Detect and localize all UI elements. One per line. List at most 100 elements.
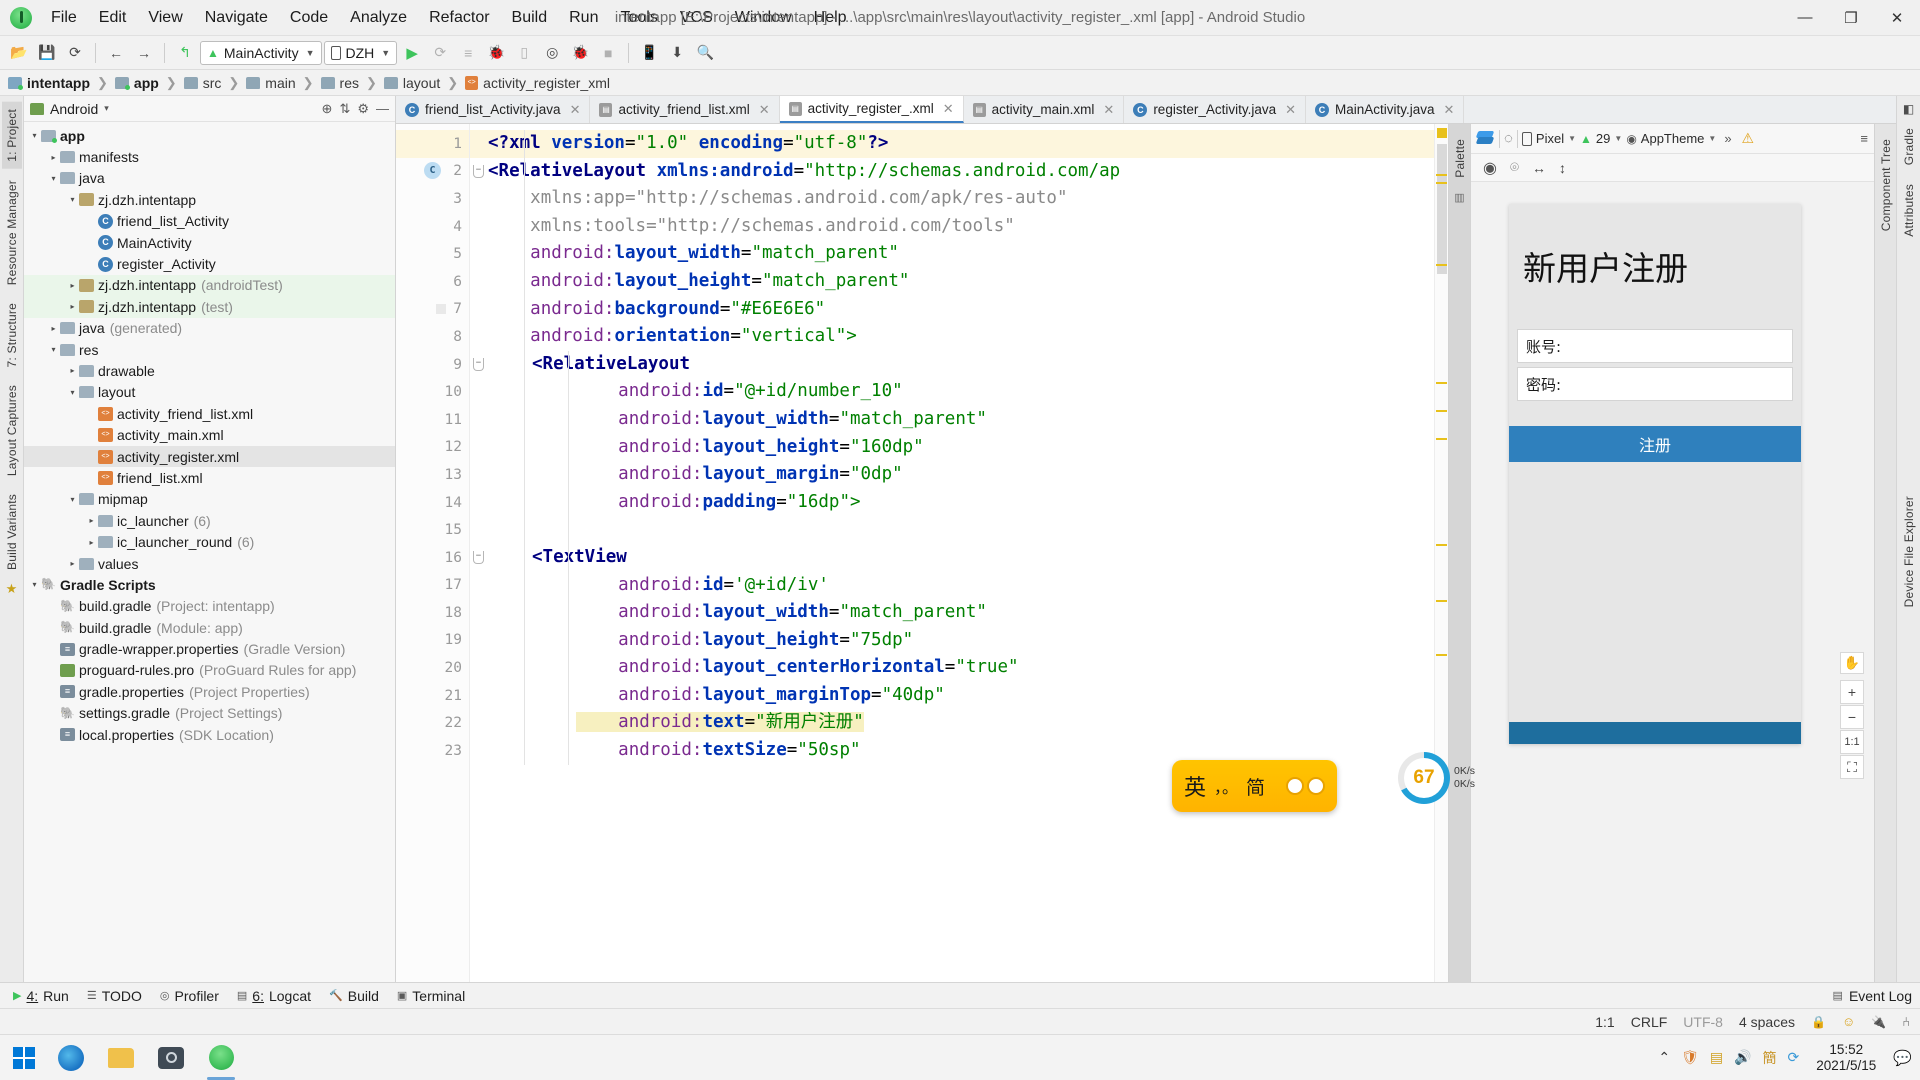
locate-icon[interactable]: ⊕: [322, 101, 333, 117]
chevron-down-icon[interactable]: ▾: [47, 339, 60, 360]
ime-punctuation-label[interactable]: ，。: [1214, 774, 1238, 798]
chevron-right-icon[interactable]: ▸: [66, 553, 79, 574]
status-bar-right[interactable]: 1:1 CRLF UTF-8 4 spaces 🔒 ☺ 🔌 ⑃: [1595, 1014, 1910, 1030]
breadcrumb-item-file[interactable]: activity_register_xml: [465, 75, 610, 91]
chevron-right-icon[interactable]: ▸: [66, 360, 79, 381]
tree-row[interactable]: gradle.properties(Project Properties): [24, 681, 395, 702]
revert-icon[interactable]: ↰: [172, 40, 198, 66]
chevron-right-icon[interactable]: ▸: [47, 147, 60, 168]
class-marker-icon[interactable]: C: [424, 161, 441, 179]
performance-widget[interactable]: 67 0K/s 0K/s: [1398, 752, 1475, 804]
device-menu[interactable]: Pixel ▼: [1521, 131, 1576, 146]
line-number[interactable]: 23: [396, 737, 469, 765]
editor-tab[interactable]: C MainActivity.java ✕: [1306, 96, 1465, 123]
tree-row[interactable]: local.properties(SDK Location): [24, 724, 395, 745]
debug-icon[interactable]: 🐞: [483, 40, 509, 66]
notification-center-icon[interactable]: 💬: [1893, 1049, 1912, 1067]
close-icon[interactable]: ✕: [1103, 102, 1114, 118]
sidebar-item-component-tree[interactable]: Component Tree: [1876, 132, 1896, 238]
menu-view[interactable]: View: [137, 6, 193, 30]
maximize-button[interactable]: ❐: [1828, 0, 1874, 35]
preview-toolbar-secondary[interactable]: ◉ ⌾ ↔ ↕: [1471, 154, 1874, 182]
wallet-icon[interactable]: ▤: [1710, 1049, 1723, 1066]
code-line[interactable]: <TextView: [470, 544, 1434, 572]
code-line[interactable]: android:orientation="vertical">: [470, 323, 1434, 351]
line-number[interactable]: 2 C −: [396, 158, 484, 186]
lock-icon[interactable]: 🔒: [1811, 1015, 1826, 1029]
rotate-icon[interactable]: ◌: [1504, 130, 1513, 147]
close-icon[interactable]: ✕: [1285, 102, 1296, 118]
code-line[interactable]: android:layout_centerHorizontal="true": [470, 654, 1434, 682]
component-tree-strip[interactable]: Component Tree: [1874, 124, 1896, 982]
close-button[interactable]: ✕: [1874, 0, 1920, 35]
api-level-menu[interactable]: ▲ 29 ▼: [1580, 131, 1622, 146]
line-number[interactable]: 6: [396, 268, 469, 296]
preview-register-button[interactable]: 注册: [1509, 426, 1801, 462]
sidebar-item-build-variants[interactable]: Build Variants: [2, 487, 22, 577]
editor-tab[interactable]: activity_friend_list.xml ✕: [590, 96, 780, 123]
sidebar-item-gradle[interactable]: Gradle: [1899, 121, 1919, 172]
gear-icon[interactable]: ⚙: [357, 101, 369, 117]
tree-row[interactable]: 🐘 build.gradle (Module: app): [24, 617, 395, 638]
preview-password-field[interactable]: 密码:: [1517, 367, 1793, 401]
theme-menu[interactable]: ◉ AppTheme ▼: [1626, 131, 1716, 146]
save-all-icon[interactable]: 💾: [34, 40, 60, 66]
tool-window-bar[interactable]: ▶ 4: Run ☰ TODO ◎ Profiler ▤ 6: Logcat 🔨…: [0, 982, 1920, 1008]
run-configuration-selector[interactable]: ▲ MainActivity ▼: [200, 40, 322, 65]
design-mode-icon[interactable]: [1477, 131, 1495, 147]
back-icon[interactable]: ←: [103, 40, 129, 66]
tree-row[interactable]: ▸ values: [24, 553, 395, 574]
tree-row[interactable]: Cfriend_list_Activity: [24, 211, 395, 232]
menu-file[interactable]: File: [40, 6, 88, 30]
indent-setting[interactable]: 4 spaces: [1739, 1014, 1795, 1030]
menu-help[interactable]: Help: [803, 6, 858, 30]
menu-edit[interactable]: Edit: [88, 6, 138, 30]
horizontal-size-icon[interactable]: ↔: [1532, 160, 1546, 176]
editor-tab[interactable]: activity_register_.xml ✕: [779, 96, 964, 123]
gradle-elephant-icon[interactable]: ◧: [1903, 102, 1914, 116]
tree-row[interactable]: ▸ ic_launcher_round (6): [24, 531, 395, 552]
stripe-mark[interactable]: [1436, 544, 1447, 546]
project-view-selector-label[interactable]: Android: [50, 101, 98, 117]
zoom-in-button[interactable]: +: [1840, 680, 1864, 704]
code-line[interactable]: android:layout_marginTop="40dp": [470, 682, 1434, 710]
volume-icon[interactable]: 🔊: [1734, 1049, 1751, 1066]
apply-code-changes-icon[interactable]: ≡: [455, 40, 481, 66]
preview-settings-icon[interactable]: ≡: [1860, 131, 1868, 146]
menu-navigate[interactable]: Navigate: [194, 6, 279, 30]
chevron-down-icon[interactable]: ▾: [66, 382, 79, 403]
line-number[interactable]: 5: [396, 240, 469, 268]
breadcrumb-item-app[interactable]: app: [114, 75, 159, 91]
tree-row[interactable]: activity_register.xml: [24, 445, 395, 468]
line-number[interactable]: 21: [396, 682, 469, 710]
code-line[interactable]: android:padding="16dp">: [470, 489, 1434, 517]
taskbar-app-android-studio[interactable]: [196, 1035, 246, 1080]
eye-icon[interactable]: ◉: [1483, 158, 1497, 178]
tree-row[interactable]: ▸ manifests: [24, 146, 395, 167]
breadcrumb-item-src[interactable]: src: [183, 75, 221, 91]
tree-row[interactable]: ▾ app: [24, 125, 395, 146]
code-line[interactable]: <?xml version="1.0" encoding="utf-8"?>: [470, 130, 1434, 158]
chevron-right-icon[interactable]: ▸: [66, 296, 79, 317]
code-editor[interactable]: 1 2 C −3 4 5 6 7 8 9−10 11 12 13 14 15 16−17 18 19 20 21 22 2…: [396, 124, 1448, 982]
breadcrumb-item-main[interactable]: main: [246, 75, 296, 91]
line-number[interactable]: 1: [396, 130, 469, 158]
line-number[interactable]: 7: [396, 296, 469, 324]
palette-tool-strip[interactable]: Palette ▥: [1448, 124, 1470, 982]
branch-icon[interactable]: ⑃: [1902, 1014, 1910, 1029]
tool-window-logcat[interactable]: ▤ 6: Logcat: [232, 988, 324, 1004]
code-text[interactable]: <?xml version="1.0" encoding="utf-8"?> <R…: [470, 124, 1434, 982]
ime-status-popup[interactable]: 英 ，。 简: [1172, 760, 1337, 812]
line-number[interactable]: 20: [396, 654, 469, 682]
code-line[interactable]: xmlns:app="http://schemas.android.com/ap…: [470, 185, 1434, 213]
tree-row[interactable]: friend_list.xml: [24, 467, 395, 488]
breadcrumb-item-res[interactable]: res: [320, 75, 359, 91]
stripe-mark[interactable]: [1436, 382, 1447, 384]
face-icon[interactable]: ☺: [1842, 1014, 1855, 1029]
line-number[interactable]: 10: [396, 378, 469, 406]
device-screen-preview[interactable]: 新用户注册 账号: 密码: 注册: [1509, 204, 1801, 744]
sidebar-item-structure[interactable]: 7: Structure: [2, 296, 22, 374]
close-icon[interactable]: ✕: [570, 102, 581, 118]
debug-secondary-icon[interactable]: 🐞: [567, 40, 593, 66]
warning-stripe-mark[interactable]: [1437, 128, 1447, 138]
